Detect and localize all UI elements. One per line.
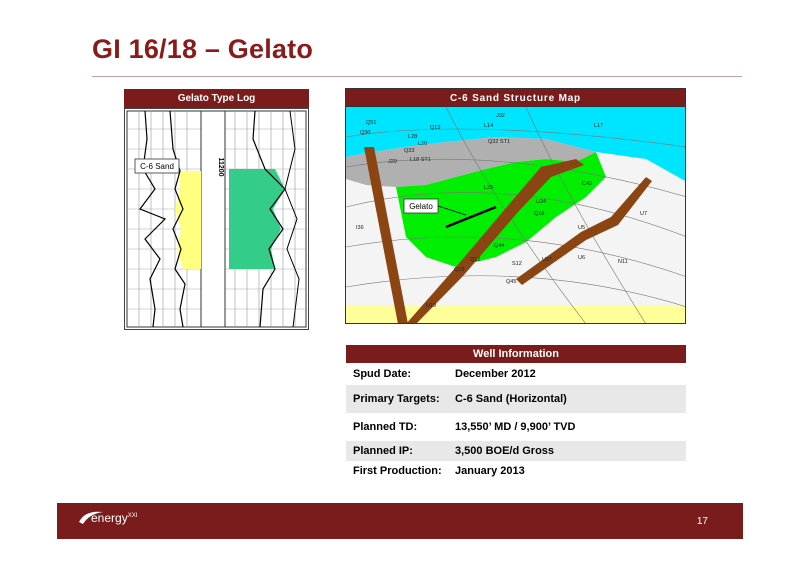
structure-map-graphic: Gelato Q51 Q30 Q13 L28 L20 Q33 J29 L14 J… (346, 107, 685, 323)
well-info-row: Planned TD: 13,550’ MD / 9,900’ TVD (346, 413, 686, 441)
well-info-row: First Production: January 2013 (346, 461, 686, 481)
well-label: L18 ST1 (410, 157, 431, 163)
well-label: U5 (578, 225, 585, 231)
well-info-value: 13,550’ MD / 9,900’ TVD (455, 421, 576, 433)
well-info-value: December 2012 (455, 368, 536, 380)
slide-title: GI 16/18 – Gelato (92, 34, 314, 64)
well-label: S12 (512, 261, 522, 267)
well-info-value: January 2013 (455, 465, 525, 477)
well-label: L25 (484, 185, 493, 191)
structure-map-image: Gelato Q51 Q30 Q13 L28 L20 Q33 J29 L14 J… (345, 107, 686, 324)
well-label: L20 (418, 141, 427, 147)
slide-footer: energyXXI 17 (57, 503, 743, 539)
well-info-value: 3,500 BOE/d Gross (455, 445, 555, 457)
well-label: L17 (594, 123, 603, 129)
well-label: U19 (426, 303, 436, 309)
gelato-callout: Gelato (409, 202, 433, 211)
well-label: U6 (578, 255, 585, 261)
well-info-label: Spud Date: (353, 368, 412, 380)
well-info-label: Planned IP: (353, 445, 413, 457)
well-label: U34 (536, 199, 546, 205)
well-label: Q30 (360, 130, 370, 136)
well-label: U27 (542, 257, 552, 263)
type-log-header: Gelato Type Log (124, 89, 309, 108)
structure-map-panel: C-6 Sand Structure Map Gelato Q51 Q30 Q1… (345, 88, 686, 324)
depth-label: 11200 (217, 157, 224, 176)
well-info-label: First Production: (353, 465, 442, 477)
well-label: Q45 (506, 279, 516, 285)
well-label: U7 (640, 211, 647, 217)
well-label: Q44 (494, 243, 504, 249)
well-label: L14 (484, 123, 493, 129)
type-log-panel: Gelato Type Log C-6 Sand 11200 (124, 89, 309, 330)
well-info-value: C-6 Sand (Horizontal) (455, 393, 567, 405)
logo-swoosh-icon (79, 511, 103, 524)
well-label: Q18 (454, 267, 464, 273)
sand-label: C-6 Sand (140, 162, 174, 171)
well-label: Q51 (366, 120, 376, 126)
well-info-header: Well Information (346, 345, 686, 363)
well-label: Q13 (430, 125, 440, 131)
well-label: C42 (582, 181, 592, 187)
well-label: N11 (618, 259, 628, 265)
well-label: I36 (356, 225, 364, 231)
well-info-label: Planned TD: (353, 421, 418, 433)
well-label: Q33 (404, 148, 414, 154)
well-label: Q12 (470, 257, 480, 263)
structure-map-header: C-6 Sand Structure Map (345, 88, 686, 107)
well-label: L28 (408, 134, 417, 140)
title-divider (92, 76, 742, 77)
page-number: 17 (696, 516, 708, 527)
logo-suffix: XXI (127, 513, 138, 519)
company-logo: energyXXI (79, 511, 138, 525)
well-label: Q32 ST1 (488, 139, 510, 145)
type-log-graphic: C-6 Sand 11200 (126, 110, 307, 328)
well-info-row: Primary Targets: C-6 Sand (Horizontal) (346, 385, 686, 413)
well-info-row: Planned IP: 3,500 BOE/d Gross (346, 441, 686, 461)
depth-track (200, 110, 226, 328)
well-info-label: Primary Targets: (353, 393, 440, 405)
well-label: J32 (496, 113, 505, 119)
well-label: Q16 (534, 211, 544, 217)
well-information-table: Well Information Spud Date: December 201… (346, 345, 686, 481)
type-log-image: C-6 Sand 11200 (124, 108, 309, 330)
well-info-row: Spud Date: December 2012 (346, 363, 686, 385)
well-label: J29 (388, 159, 397, 165)
